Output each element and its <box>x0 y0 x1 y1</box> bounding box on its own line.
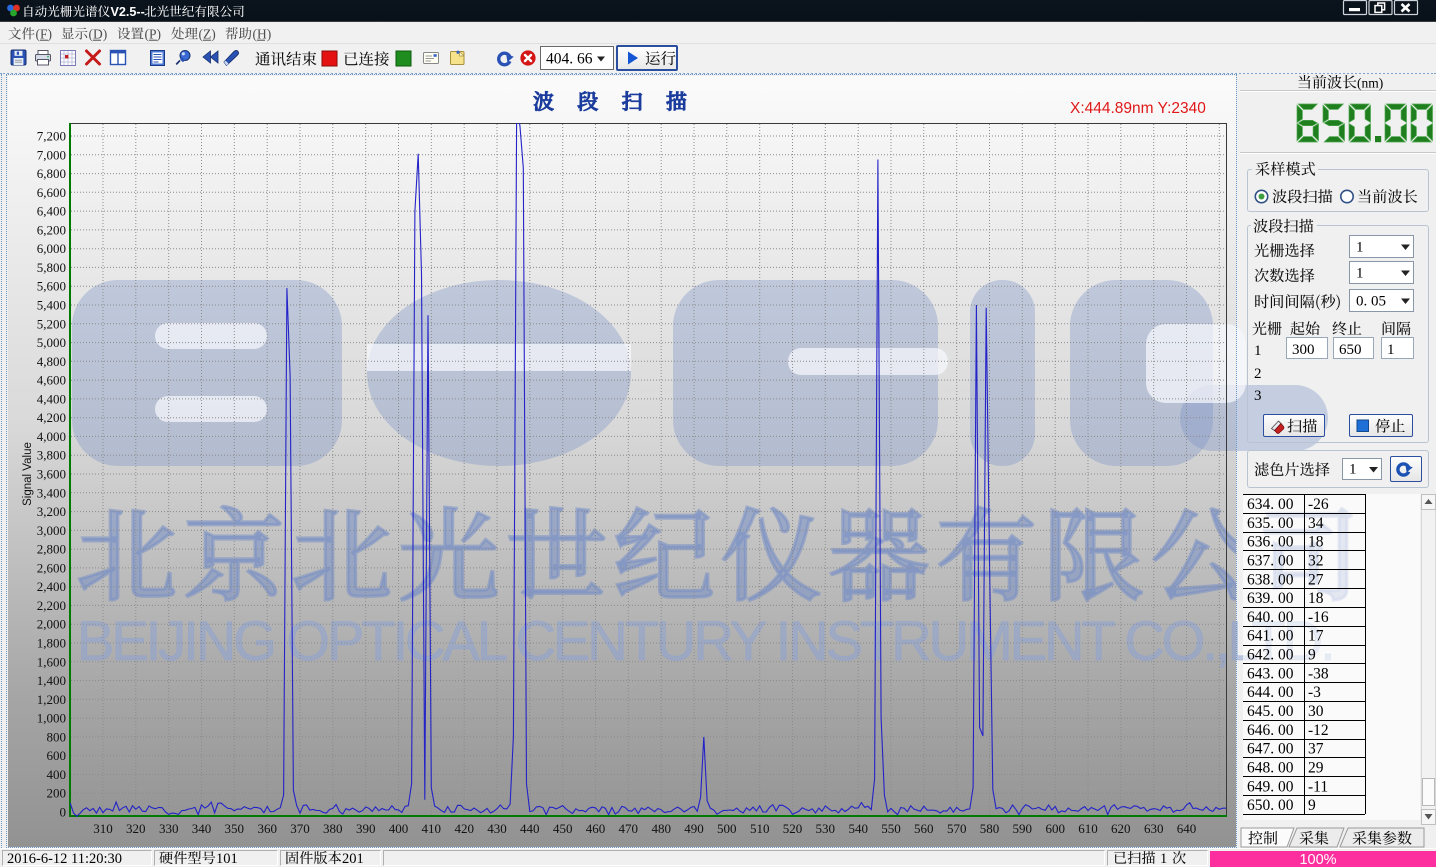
svg-text:BEIJING OPTICAL CENTURY INSTRU: BEIJING OPTICAL CENTURY INSTRUMENT CO.,L… <box>1236 609 1333 672</box>
